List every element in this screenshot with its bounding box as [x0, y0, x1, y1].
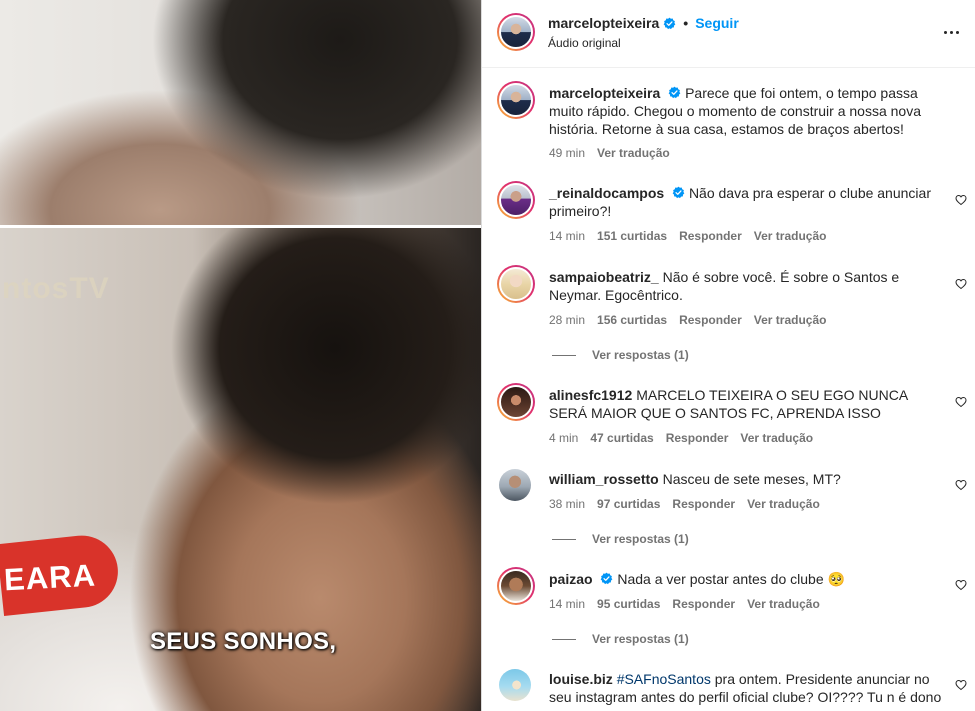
- avatar[interactable]: [497, 81, 535, 119]
- more-options-icon[interactable]: [941, 22, 961, 42]
- comment-username[interactable]: paizao: [549, 571, 593, 587]
- comment-time[interactable]: 49 min: [549, 146, 585, 160]
- verified-badge-icon: [663, 17, 676, 29]
- follow-button[interactable]: Seguir: [695, 15, 739, 31]
- like-heart-icon[interactable]: [955, 579, 967, 591]
- comment-username[interactable]: _reinaldocampos: [549, 185, 664, 201]
- replies-line: [552, 538, 576, 540]
- like-heart-icon[interactable]: [955, 479, 967, 491]
- video-frame-top: [0, 0, 481, 228]
- comment-meta: 4 min 47 curtidas Responder Ver tradução: [549, 431, 825, 445]
- author-line: marcelopteixeira • Seguir: [548, 15, 739, 31]
- like-count[interactable]: 95 curtidas: [597, 597, 660, 611]
- like-heart-icon[interactable]: [955, 396, 967, 408]
- comment-time[interactable]: 4 min: [549, 431, 578, 445]
- comment-time[interactable]: 14 min: [549, 597, 585, 611]
- comment-body: sampaiobeatriz_ Não é sobre você. É sobr…: [549, 268, 949, 304]
- translate-link[interactable]: Ver tradução: [597, 146, 670, 160]
- comment-body: louise.biz #SAFnoSantos pra ontem. Presi…: [549, 670, 949, 706]
- like-heart-icon[interactable]: [955, 278, 967, 290]
- comment-body: marcelopteixeira Parece que foi ontem, o…: [549, 84, 949, 138]
- post-header: marcelopteixeira • Seguir Áudio original: [482, 0, 975, 68]
- avatar[interactable]: [499, 469, 531, 501]
- avatar[interactable]: [499, 669, 531, 701]
- comment-meta: 49 min Ver tradução: [549, 146, 682, 160]
- verified-badge-icon: [601, 572, 613, 585]
- like-count[interactable]: 47 curtidas: [590, 431, 653, 445]
- comment-meta: 28 min 156 curtidas Responder Ver traduç…: [549, 313, 838, 327]
- avatar[interactable]: [497, 567, 535, 605]
- replies-line: [552, 354, 576, 356]
- comment-username[interactable]: alinesfc1912: [549, 387, 632, 403]
- like-count[interactable]: 156 curtidas: [597, 313, 667, 327]
- view-replies-label[interactable]: Ver respostas (1): [592, 632, 689, 646]
- comment-body: william_rossetto Nasceu de sete meses, M…: [549, 470, 949, 488]
- post-media[interactable]: ntosTV EARA SEUS SONHOS,: [0, 0, 481, 711]
- comment-body: alinesfc1912 MARCELO TEIXEIRA O SEU EGO …: [549, 386, 949, 422]
- translate-link[interactable]: Ver tradução: [747, 497, 820, 511]
- translate-link[interactable]: Ver tradução: [754, 229, 827, 243]
- reply-button[interactable]: Responder: [666, 431, 729, 445]
- replies-line: [552, 638, 576, 640]
- reply-button[interactable]: Responder: [679, 313, 742, 327]
- view-replies-button[interactable]: Ver respostas (1): [552, 632, 689, 646]
- comments-panel: marcelopteixeira • Seguir Áudio original…: [481, 0, 975, 711]
- reply-button[interactable]: Responder: [679, 229, 742, 243]
- channel-watermark: ntosTV: [2, 272, 110, 305]
- verified-badge-icon: [668, 86, 681, 99]
- comment-meta: 14 min 151 curtidas Responder Ver traduç…: [549, 229, 838, 243]
- comment-body: _reinaldocampos Não dava pra esperar o c…: [549, 184, 949, 220]
- separator-dot: •: [683, 15, 689, 31]
- author-username[interactable]: marcelopteixeira: [548, 15, 659, 31]
- video-subtitle: SEUS SONHOS,: [150, 628, 337, 655]
- translate-link[interactable]: Ver tradução: [747, 597, 820, 611]
- hashtag-link[interactable]: #SAFnoSantos: [617, 671, 711, 687]
- comment-time[interactable]: 38 min: [549, 497, 585, 511]
- comment-text: Nasceu de sete meses, MT?: [662, 471, 841, 487]
- comment-body: paizao Nada a ver postar antes do clube …: [549, 570, 949, 588]
- verified-badge-icon: [672, 186, 685, 199]
- reply-button[interactable]: Responder: [672, 597, 735, 611]
- avatar[interactable]: [497, 265, 535, 303]
- like-count[interactable]: 97 curtidas: [597, 497, 660, 511]
- like-count[interactable]: 151 curtidas: [597, 229, 667, 243]
- comment-meta: 38 min 97 curtidas Responder Ver traduçã…: [549, 497, 832, 511]
- comment-username[interactable]: william_rossetto: [549, 471, 659, 487]
- translate-link[interactable]: Ver tradução: [740, 431, 813, 445]
- comment-username[interactable]: louise.biz: [549, 671, 613, 687]
- view-replies-label[interactable]: Ver respostas (1): [592, 532, 689, 546]
- avatar[interactable]: [497, 383, 535, 421]
- sponsor-text: EARA: [3, 557, 97, 598]
- avatar[interactable]: [497, 181, 535, 219]
- comment-username[interactable]: sampaiobeatriz_: [549, 269, 659, 285]
- app-window: ntosTV EARA SEUS SONHOS, marcelopteixeir…: [0, 0, 975, 711]
- comment-meta: 14 min 95 curtidas Responder Ver traduçã…: [549, 597, 832, 611]
- audio-label[interactable]: Áudio original: [548, 36, 621, 50]
- comment-text: Nada a ver postar antes do clube 🥺: [617, 571, 845, 587]
- comment-time[interactable]: 14 min: [549, 229, 585, 243]
- view-replies-button[interactable]: Ver respostas (1): [552, 348, 689, 362]
- like-heart-icon[interactable]: [955, 194, 967, 206]
- translate-link[interactable]: Ver tradução: [754, 313, 827, 327]
- author-avatar[interactable]: [497, 13, 535, 51]
- comment-time[interactable]: 28 min: [549, 313, 585, 327]
- view-replies-label[interactable]: Ver respostas (1): [592, 348, 689, 362]
- view-replies-button[interactable]: Ver respostas (1): [552, 532, 689, 546]
- comment-username[interactable]: marcelopteixeira: [549, 85, 660, 101]
- reply-button[interactable]: Responder: [672, 497, 735, 511]
- like-heart-icon[interactable]: [955, 679, 967, 691]
